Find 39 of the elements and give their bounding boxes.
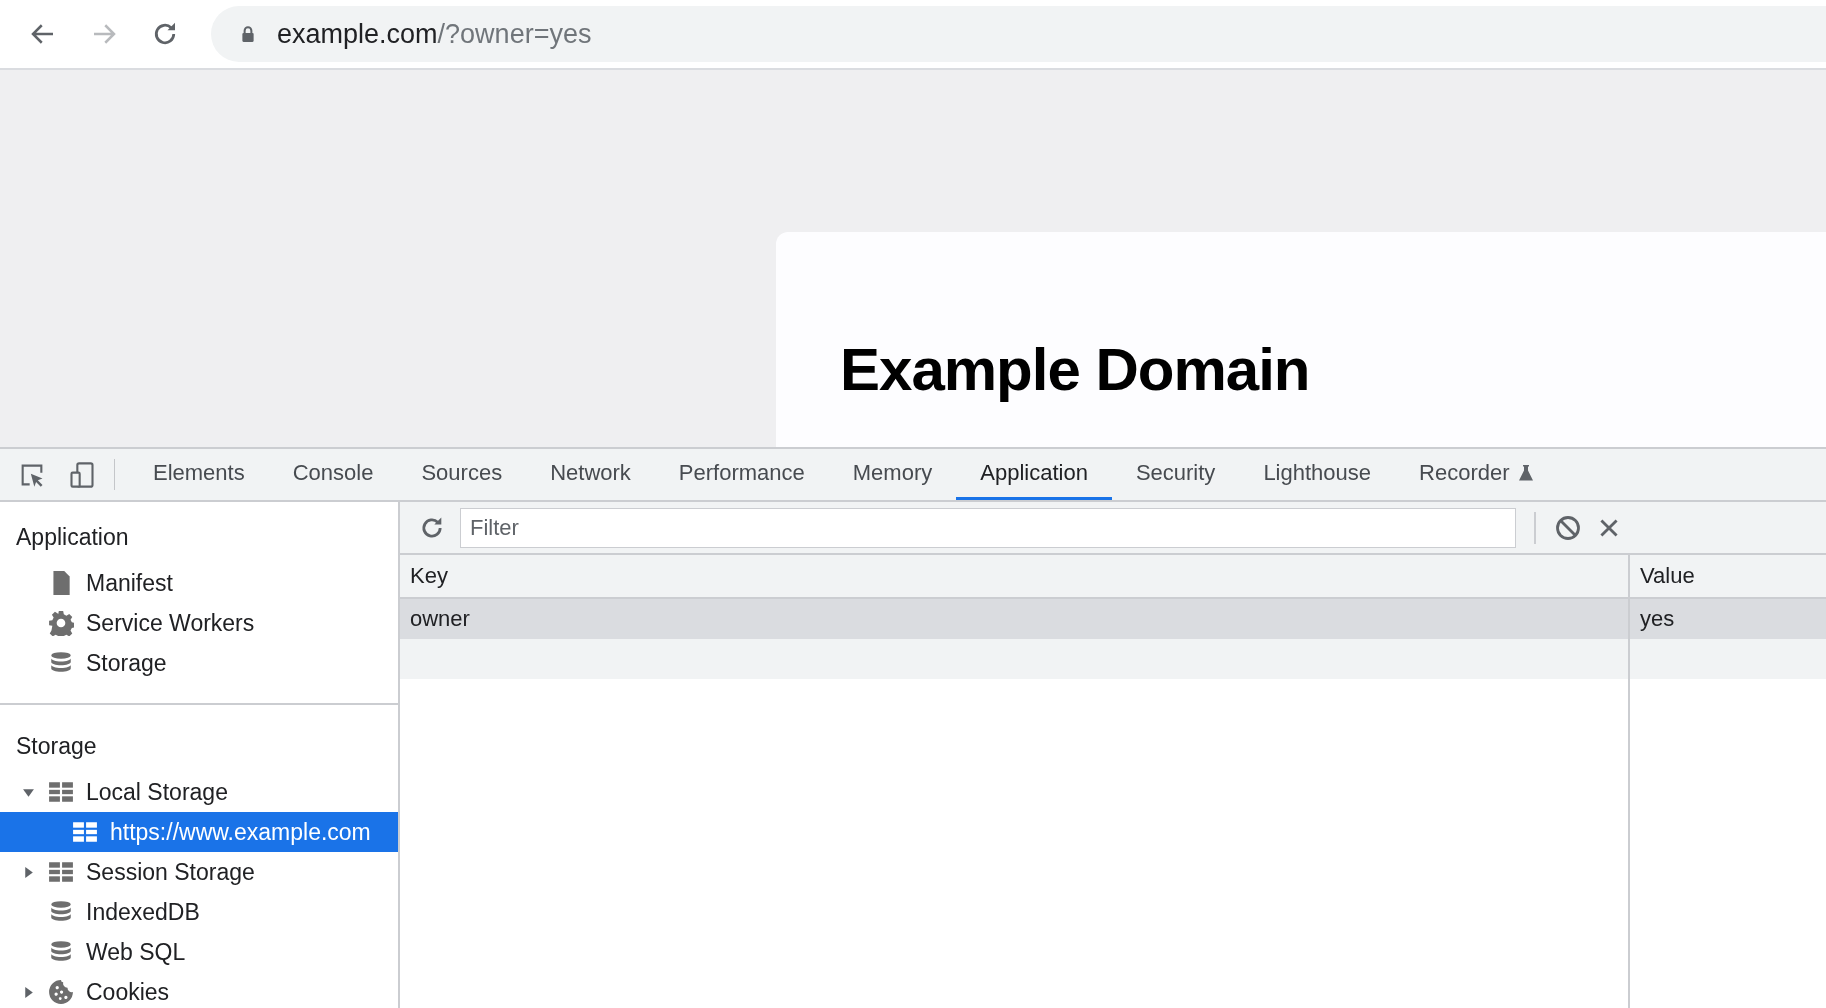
- table-row[interactable]: owner yes: [400, 599, 1826, 639]
- sidebar-item[interactable]: IndexedDB: [0, 892, 398, 932]
- devtools-tab[interactable]: Sources: [397, 449, 527, 500]
- devtools-tab[interactable]: Lighthouse: [1239, 449, 1396, 500]
- sidebar-section-title: Storage: [15, 732, 98, 761]
- sidebar-item[interactable]: Cookies: [0, 972, 398, 1008]
- devtools-tab[interactable]: Network: [526, 449, 655, 500]
- devtools-tab[interactable]: Memory: [828, 449, 957, 500]
- url-path: /?owner=yes: [437, 18, 592, 50]
- gear-icon: [48, 610, 74, 636]
- lock-icon: [241, 25, 255, 43]
- grid-icon: [48, 859, 74, 885]
- devtools-tab[interactable]: Elements: [129, 449, 269, 500]
- device-toolbar-icon[interactable]: [68, 460, 96, 489]
- devtools-tab[interactable]: Console: [268, 449, 398, 500]
- grid-icon: [48, 779, 74, 805]
- cookie-icon: [48, 979, 74, 1005]
- devtools-tab[interactable]: Performance: [654, 449, 829, 500]
- clear-all-icon[interactable]: [1554, 513, 1582, 542]
- collapsed-arrow-icon[interactable]: [22, 865, 35, 879]
- sidebar-item[interactable]: Manifest: [0, 563, 398, 603]
- devtools-tab[interactable]: Security: [1111, 449, 1240, 500]
- sidebar-item[interactable]: Service Workers: [0, 603, 398, 643]
- column-header[interactable]: Value: [1630, 555, 1826, 597]
- sidebar-item[interactable]: Storage: [0, 643, 398, 683]
- sidebar-item[interactable]: Local Storage: [0, 772, 398, 812]
- sidebar-item[interactable]: Web SQL: [0, 932, 398, 972]
- sidebar-item[interactable]: Session Storage: [0, 852, 398, 892]
- devtools-tab[interactable]: Recorder: [1395, 449, 1558, 500]
- table-cell-text: yes: [1639, 605, 1676, 633]
- grid-icon: [72, 819, 98, 845]
- page-heading: Example Domain: [840, 340, 1310, 400]
- filter-field[interactable]: Filter: [460, 507, 1516, 548]
- column-header[interactable]: Key: [400, 555, 1630, 597]
- sidebar-section-title: Application: [15, 523, 130, 552]
- address-bar[interactable]: example.com/?owner=yes: [211, 6, 1826, 62]
- collapsed-arrow-icon[interactable]: [22, 985, 35, 999]
- url-host: example.com: [277, 18, 438, 50]
- sidebar-item[interactable]: https://www.example.com: [0, 812, 398, 852]
